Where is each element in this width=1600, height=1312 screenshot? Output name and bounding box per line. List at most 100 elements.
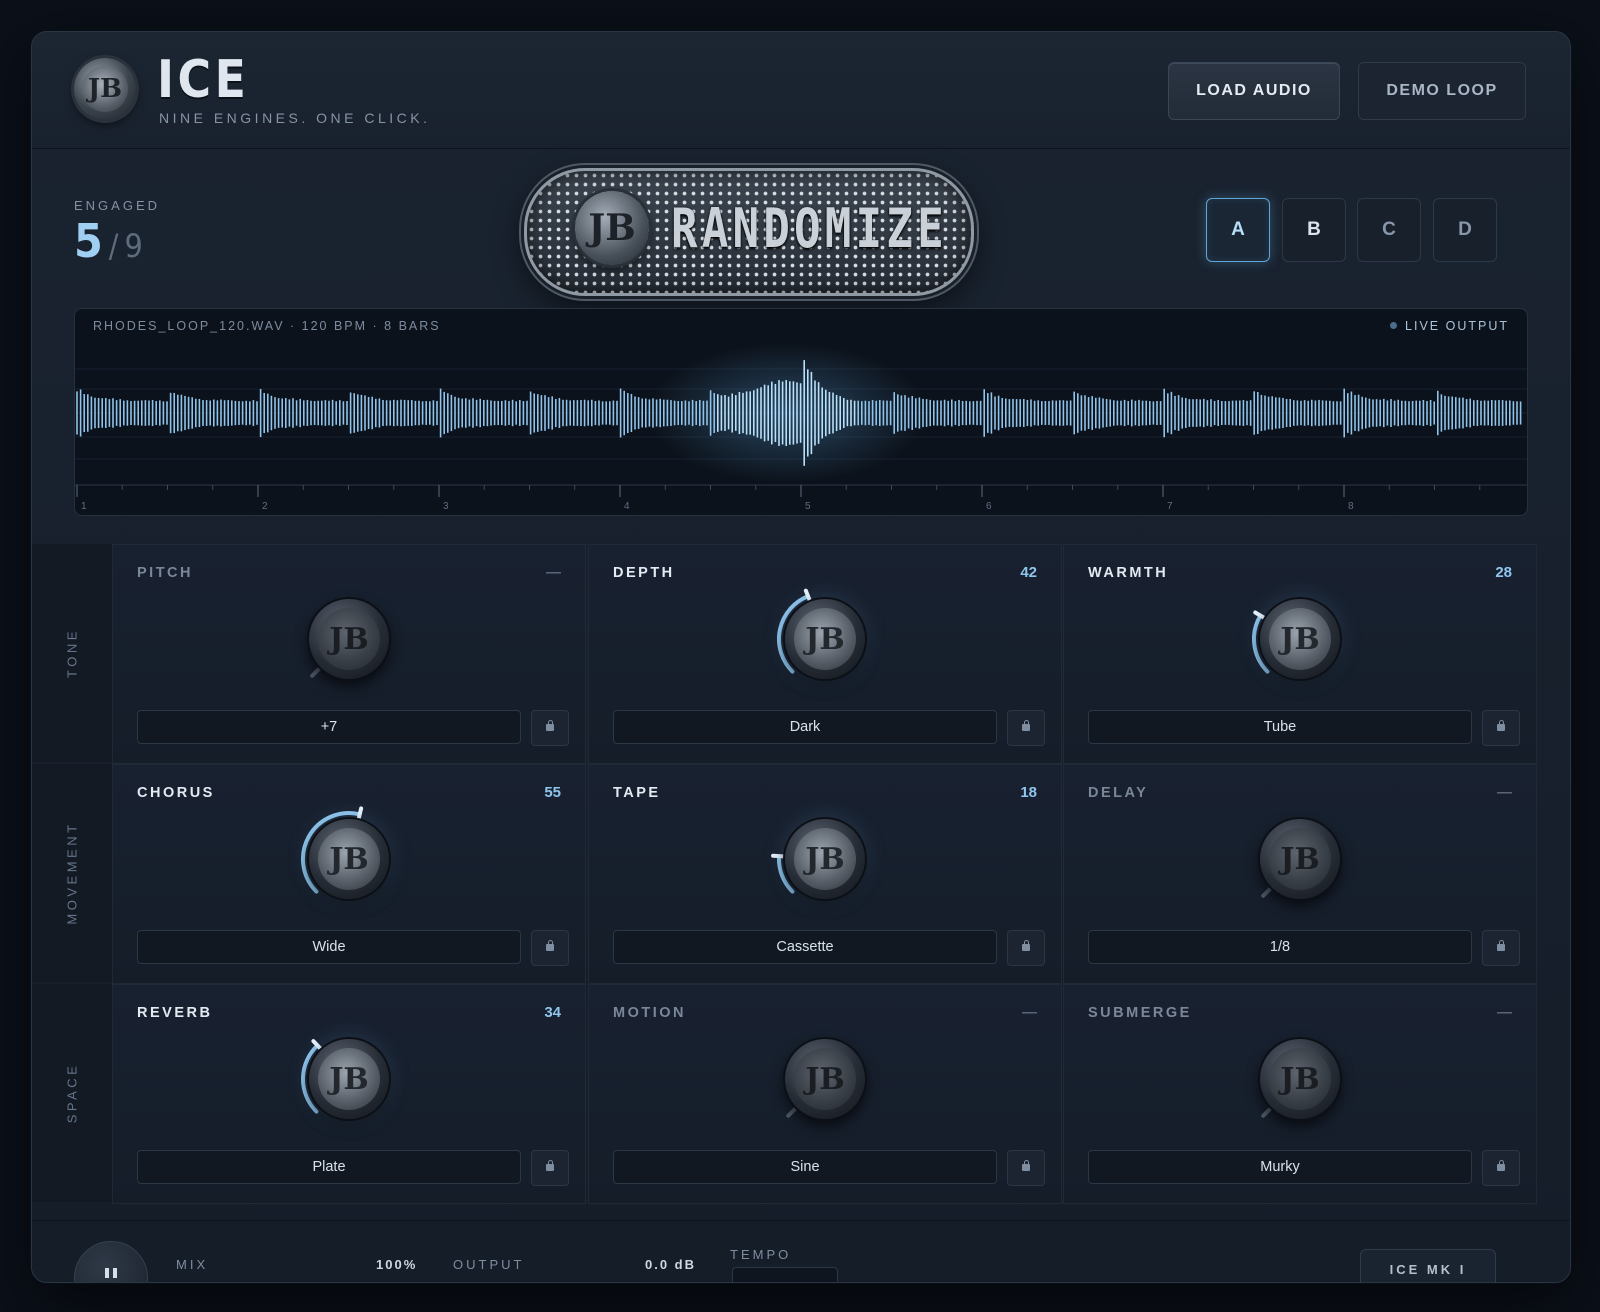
engine-mode-select[interactable]: Sine [613, 1150, 997, 1184]
lock-button[interactable] [531, 1150, 569, 1186]
engine-name: DEPTH [613, 565, 675, 581]
waveform-graphic: 1 2 3 4 5 6 7 8 [75, 343, 1527, 512]
knob-indicator [786, 1106, 798, 1118]
waveform-display[interactable]: 1 2 3 4 5 6 7 8 RHODES_LOOP_120.WAV · 120 BPM ·… [74, 308, 1528, 516]
engine-mode-select[interactable]: Murky [1088, 1150, 1472, 1184]
engine-mode-select[interactable]: Wide [137, 930, 521, 964]
bar-number: 1 [81, 501, 87, 512]
logo-letters: JB [82, 66, 128, 112]
demo-loop-button[interactable]: DEMO LOOP [1358, 62, 1526, 120]
engine-name: CHORUS [137, 785, 215, 801]
row-label-text: SPACE [64, 1062, 80, 1124]
app-title: ICE [157, 50, 250, 110]
lock-button[interactable] [1482, 1150, 1520, 1186]
engine-card-submerge: SUBMERGE — JB Murky [1063, 984, 1537, 1204]
engine-card-warmth: WARMTH 28 JB Tube [1063, 544, 1537, 764]
play-pause-button[interactable] [74, 1241, 148, 1282]
bar-number: 5 [805, 501, 811, 512]
engine-amount: — [1497, 784, 1512, 801]
randomize-badge: JB [575, 191, 649, 265]
lock-button[interactable] [1007, 930, 1045, 966]
engine-amount: 18 [1020, 784, 1037, 801]
engine-mode-select[interactable]: +7 [137, 710, 521, 744]
lock-button[interactable] [1482, 710, 1520, 746]
lock-button[interactable] [1007, 710, 1045, 746]
knob-body: JB [785, 1039, 865, 1119]
knob-body: JB [1260, 1039, 1340, 1119]
plugin-window: JB ICE NINE ENGINES. ONE CLICK. LOAD AUD… [31, 31, 1571, 1283]
tempo-field[interactable] [732, 1267, 838, 1282]
engaged-total: 9 [124, 227, 143, 265]
engine-name: REVERB [137, 1005, 213, 1021]
brand-logo: JB [74, 58, 136, 120]
engine-mode-select[interactable]: 1/8 [1088, 930, 1472, 964]
engine-name: WARMTH [1088, 565, 1169, 581]
engaged-number: 5 [74, 214, 103, 268]
engine-mode-select[interactable]: Dark [613, 710, 997, 744]
app-subtitle: NINE ENGINES. ONE CLICK. [159, 110, 431, 126]
knob-logo: JB [1269, 1048, 1331, 1110]
engine-mode-select[interactable]: Tube [1088, 710, 1472, 744]
engine-knob[interactable]: JB [1260, 1039, 1340, 1119]
output-value[interactable]: 0.0 dB [645, 1257, 696, 1272]
engine-name: TAPE [613, 785, 661, 801]
knob-indicator [771, 853, 786, 859]
preset-slot-a[interactable]: A [1206, 198, 1270, 262]
engine-knob[interactable]: JB [1260, 819, 1340, 899]
engine-knob[interactable]: JB [301, 806, 389, 899]
engine-amount: 55 [544, 784, 561, 801]
mix-label: MIX [176, 1257, 209, 1272]
knob-indicator [356, 806, 364, 821]
engaged-separator: / [108, 227, 119, 265]
live-dot-icon [1390, 322, 1398, 329]
engine-knob[interactable]: JB [771, 819, 865, 899]
preset-slot-d[interactable]: D [1433, 198, 1497, 262]
lock-icon [1022, 1160, 1030, 1171]
row-label-tone: TONE [32, 544, 113, 762]
engine-mode-select[interactable]: Plate [137, 1150, 521, 1184]
knob-logo: JB [794, 608, 856, 670]
lock-icon [1497, 1160, 1505, 1171]
engine-card-reverb: REVERB 34 JB Plate [112, 984, 586, 1204]
engine-amount: 28 [1495, 564, 1512, 581]
engine-card-delay: DELAY — JB 1/8 [1063, 764, 1537, 984]
row-label-text: MOVEMENT [64, 821, 80, 925]
bar-number: 2 [262, 501, 268, 512]
preset-slot-b[interactable]: B [1282, 198, 1346, 262]
knob-indicator [1261, 1106, 1273, 1118]
engine-knob[interactable]: JB [1252, 599, 1340, 679]
engine-knob[interactable]: JB [309, 599, 389, 679]
lock-button[interactable] [531, 930, 569, 966]
engine-name: SUBMERGE [1088, 1005, 1192, 1021]
knob-logo: JB [318, 608, 380, 670]
engine-name: DELAY [1088, 785, 1149, 801]
row-label-text: TONE [64, 628, 80, 678]
knob-body: JB [785, 819, 865, 899]
randomize-button[interactable]: JB RANDOMIZE [524, 168, 974, 296]
pause-icon [105, 1268, 109, 1278]
engine-amount: — [1022, 1004, 1037, 1021]
engine-mode-select[interactable]: Cassette [613, 930, 997, 964]
engine-amount: 34 [544, 1004, 561, 1021]
engine-knob[interactable]: JB [777, 588, 865, 679]
mix-value[interactable]: 100% [376, 1257, 417, 1272]
knob-body: JB [785, 599, 865, 679]
engine-card-tape: TAPE 18 JB Cassette [588, 764, 1062, 984]
knob-body: JB [309, 599, 389, 679]
lock-button[interactable] [531, 710, 569, 746]
engine-name: PITCH [137, 565, 193, 581]
engine-card-depth: DEPTH 42 JB Dark [588, 544, 1062, 764]
engaged-label: ENGAGED [74, 198, 161, 213]
engine-knob[interactable]: JB [785, 1039, 865, 1119]
knob-logo: JB [1269, 608, 1331, 670]
engine-knob[interactable]: JB [301, 1039, 389, 1119]
model-badge[interactable]: ICE MK I [1360, 1249, 1496, 1282]
load-audio-button[interactable]: LOAD AUDIO [1168, 62, 1340, 120]
lock-button[interactable] [1007, 1150, 1045, 1186]
knob-body: JB [1260, 819, 1340, 899]
footer-bar: MIX 100% OUTPUT 0.0 dB TEMPO ICE MK I [32, 1220, 1570, 1282]
preset-slot-c[interactable]: C [1357, 198, 1421, 262]
lock-button[interactable] [1482, 930, 1520, 966]
bar-number: 8 [1348, 501, 1354, 512]
header: JB ICE NINE ENGINES. ONE CLICK. LOAD AUD… [32, 32, 1570, 149]
